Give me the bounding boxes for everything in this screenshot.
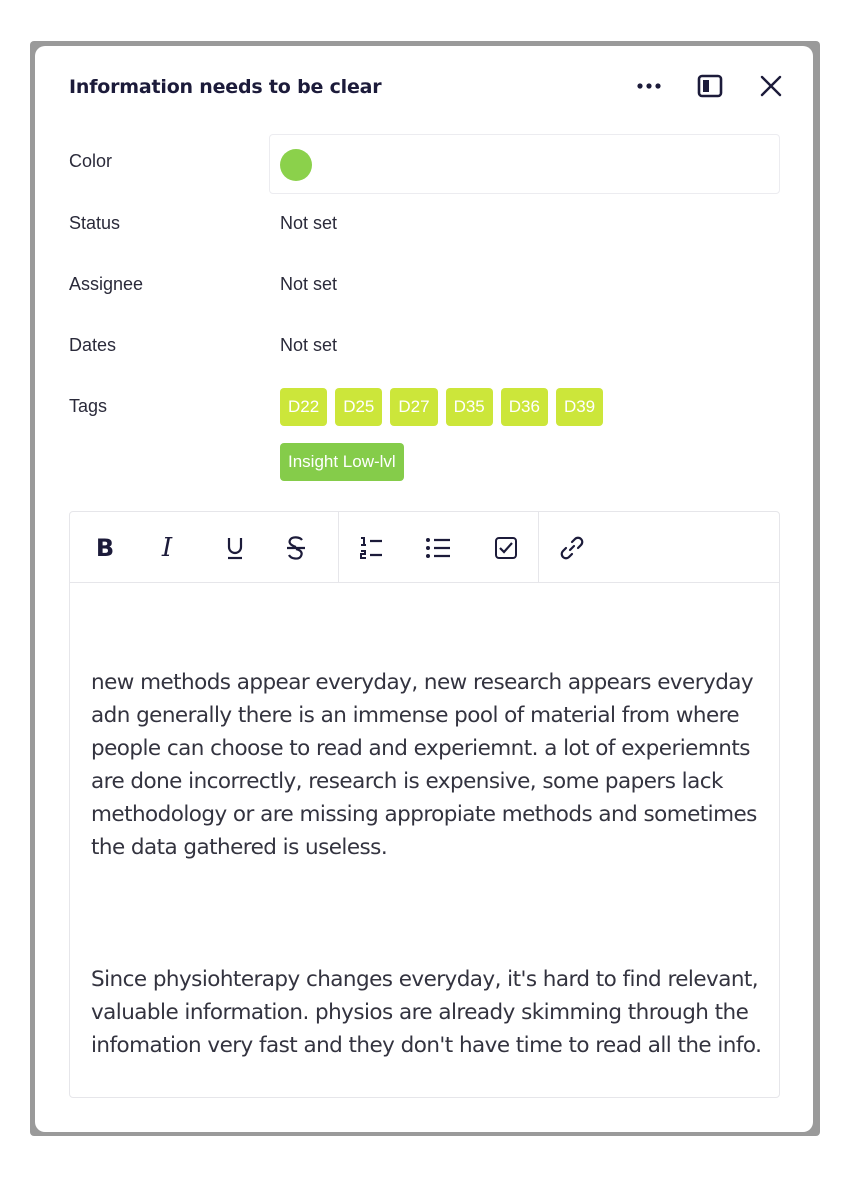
status-value[interactable]: Not set [280,213,337,234]
tag-insight-low-lvl[interactable]: Insight Low-lvl [280,443,404,481]
close-icon[interactable] [753,68,789,104]
more-icon[interactable] [631,68,667,104]
link-icon[interactable] [554,530,590,566]
underline-icon[interactable] [217,530,253,566]
bold-button[interactable]: B [87,530,123,566]
side-panel-icon[interactable] [692,68,728,104]
color-field[interactable] [269,134,780,194]
description-paragraph: Since physiohterapy changes everyday, it… [91,967,765,1058]
strikethrough-icon[interactable] [278,530,314,566]
description-paragraph: new methods appear everyday, new researc… [91,670,764,860]
tag-list: D22 D25 D27 D35 D36 D39 [280,388,700,426]
tag-d25[interactable]: D25 [335,388,383,426]
color-label: Color [69,151,113,171]
description-editor: B I new methods appear everyday, new res… [69,511,780,1098]
toolbar-divider [338,512,339,582]
tag-d36[interactable]: D36 [500,388,548,426]
status-label: Status [69,213,121,233]
card-detail-panel: Information needs to be clear Color Stat… [35,46,813,1132]
color-swatch[interactable] [280,149,312,181]
assignee-label: Assignee [69,274,144,294]
checklist-icon[interactable] [488,530,524,566]
dates-value[interactable]: Not set [280,335,337,356]
dates-label: Dates [69,335,117,355]
description-text[interactable]: new methods appear everyday, new researc… [91,600,771,1128]
toolbar-divider [538,512,539,582]
tags-label: Tags [69,396,108,416]
numbered-list-icon[interactable] [353,530,389,566]
tag-d35[interactable]: D35 [445,388,493,426]
card-title[interactable]: Information needs to be clear [69,76,382,98]
assignee-value[interactable]: Not set [280,274,337,295]
tag-list-row2: Insight Low-lvl [280,443,412,481]
editor-toolbar: B I [70,512,779,583]
tag-d22[interactable]: D22 [280,388,328,426]
bullet-list-icon[interactable] [420,530,456,566]
tag-d39[interactable]: D39 [555,388,604,426]
tag-d27[interactable]: D27 [390,388,438,426]
italic-button[interactable]: I [149,530,185,566]
